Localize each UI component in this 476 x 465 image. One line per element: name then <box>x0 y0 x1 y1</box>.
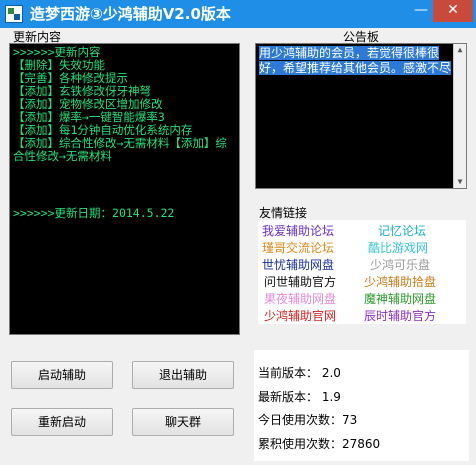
app-icon <box>5 5 23 23</box>
window-title: 造梦西游③少鸿辅助V2.0版本 <box>30 5 231 23</box>
close-button[interactable]: ✕ <box>433 0 473 22</box>
link-item[interactable]: 瑾哥交流论坛 <box>262 239 334 256</box>
link-item[interactable]: 我爱辅助论坛 <box>262 222 334 239</box>
link-item[interactable]: 少鸿辅助拾盘 <box>364 273 436 290</box>
scroll-up-icon[interactable]: ▲ <box>454 44 466 56</box>
exit-assist-button[interactable]: 退出辅助 <box>132 361 234 389</box>
link-item[interactable]: 问世辅助官方 <box>264 273 336 290</box>
link-item[interactable]: 少鸿辅助官网 <box>264 307 336 324</box>
restart-button[interactable]: 重新启动 <box>11 408 113 436</box>
minimize-button[interactable]: — <box>411 0 431 22</box>
start-assist-button[interactable]: 启动辅助 <box>11 361 113 389</box>
link-item[interactable]: 果夜辅助网盘 <box>264 290 336 307</box>
stats-panel: 当前版本： 2.0 最新版本： 1.9 今日使用次数：73 累积使用次数：278… <box>254 350 469 461</box>
current-version: 当前版本： 2.0 <box>258 366 341 380</box>
link-item[interactable]: 魔神辅助网盘 <box>364 290 436 307</box>
update-log-panel[interactable]: >>>>>>更新内容 【删除】失效功能 【完善】各种修改提示 【添加】玄铁修改伢… <box>9 43 240 335</box>
link-item[interactable]: 记忆论坛 <box>378 222 426 239</box>
log-line: 【添加】综合性修改→无需材料【添加】综合性修改→无需材料 <box>13 136 227 163</box>
scroll-down-icon[interactable]: ▼ <box>454 176 466 188</box>
link-item[interactable]: 酷比游戏网 <box>368 239 428 256</box>
today-use-count: 今日使用次数：73 <box>258 413 358 427</box>
notice-board[interactable]: 用少鸿辅助的会员，若觉得很棒很好，希望推荐给其他会员。感激不尽 ▲ ▼ <box>255 43 467 189</box>
notice-scrollbar[interactable]: ▲ ▼ <box>453 44 466 188</box>
chat-group-button[interactable]: 聊天群 <box>132 408 234 436</box>
link-item[interactable]: 世忧辅助网盘 <box>262 256 334 273</box>
friend-links-panel: 我爱辅助论坛 记忆论坛 瑾哥交流论坛 酷比游戏网 世忧辅助网盘 少鸿可乐盘 问世… <box>258 220 466 324</box>
update-date-line: >>>>>>更新日期：2014.5.22 <box>13 206 175 220</box>
title-bar: 造梦西游③少鸿辅助V2.0版本 — ✕ <box>0 0 476 28</box>
link-item[interactable]: 辰时辅助官方 <box>364 307 436 324</box>
links-section-label: 友情链接 <box>259 206 308 220</box>
link-item[interactable]: 少鸿可乐盘 <box>370 256 430 273</box>
latest-version: 最新版本： 1.9 <box>258 390 341 404</box>
total-use-count: 累积使用次数：27860 <box>258 437 381 451</box>
notice-text: 用少鸿辅助的会员，若觉得很棒很好，希望推荐给其他会员。感激不尽 <box>259 46 452 75</box>
